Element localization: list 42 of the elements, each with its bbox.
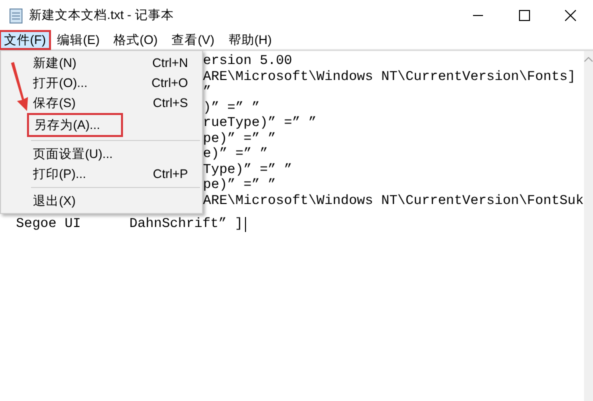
shortcut-label: Ctrl+N bbox=[152, 54, 188, 72]
menu-item-label: 新建(N) bbox=[33, 54, 76, 72]
close-icon bbox=[564, 10, 576, 21]
text-line: ersion 5.00 bbox=[203, 54, 292, 69]
text-line: pe)” =” ” bbox=[203, 132, 276, 146]
maximize-icon bbox=[518, 10, 530, 21]
text-line: e)” =” ” bbox=[203, 147, 268, 162]
menu-bar-item[interactable]: 帮助(H) bbox=[221, 31, 279, 49]
text-line: pe)” =” ” bbox=[203, 178, 276, 193]
menu-item-label: 保存(S) bbox=[33, 94, 76, 112]
menu-item[interactable]: 页面设置(U)... bbox=[1, 144, 202, 164]
menu-item-label: 退出(X) bbox=[33, 192, 76, 210]
menu-item[interactable]: 新建(N) Ctrl+N bbox=[1, 53, 202, 73]
scroll-up-icon bbox=[584, 57, 593, 62]
text-line: ARE\Microsoft\Windows NT\CurrentVersion\FontSuk bbox=[203, 194, 584, 208]
text-line: ARE\Microsoft\Windows NT\CurrentVersion\Fonts] bbox=[203, 70, 576, 84]
menu-item[interactable]: 打印(P)... Ctrl+P bbox=[1, 164, 202, 184]
arrow-annotation bbox=[10, 62, 30, 112]
menu-item-label: 页面设置(U)... bbox=[33, 146, 113, 163]
notepad-icon bbox=[9, 8, 23, 24]
menu-bar-item[interactable]: 文件(F) bbox=[0, 31, 50, 49]
menu-item[interactable]: 另存为(A)... bbox=[27, 113, 123, 137]
menu-item-label: 打开(O)... bbox=[33, 74, 88, 92]
vertical-scrollbar[interactable] bbox=[584, 51, 593, 401]
text-line: ” bbox=[203, 85, 212, 100]
shortcut-label: Ctrl+S bbox=[152, 94, 188, 112]
minimize-icon bbox=[473, 15, 483, 16]
menu-item[interactable]: 打开(O)... Ctrl+O bbox=[1, 73, 202, 93]
text-line: Type)” =” ” bbox=[203, 162, 292, 178]
text-line: Segoe UI DahnSchrift” ] bbox=[16, 217, 243, 232]
menu-item[interactable]: 保存(S) Ctrl+S bbox=[1, 93, 202, 113]
text-line: rueType)” =” ” bbox=[203, 116, 316, 131]
shortcut-label: Ctrl+P bbox=[152, 166, 188, 183]
menu-item[interactable]: 退出(X) bbox=[1, 191, 202, 211]
menu-item-label: 打印(P)... bbox=[33, 166, 86, 183]
shortcut-label: Ctrl+O bbox=[152, 74, 188, 92]
menu-bar-item[interactable]: 格式(O) bbox=[106, 31, 165, 49]
menu-bar-item[interactable]: 查看(V) bbox=[164, 31, 222, 49]
text-cursor bbox=[244, 217, 246, 232]
window-title: 新建文本文档.txt - 记事本 bbox=[29, 7, 174, 24]
menu-bar-item[interactable]: 编辑(E) bbox=[50, 31, 107, 49]
text-line: )” =” ” bbox=[203, 100, 260, 116]
